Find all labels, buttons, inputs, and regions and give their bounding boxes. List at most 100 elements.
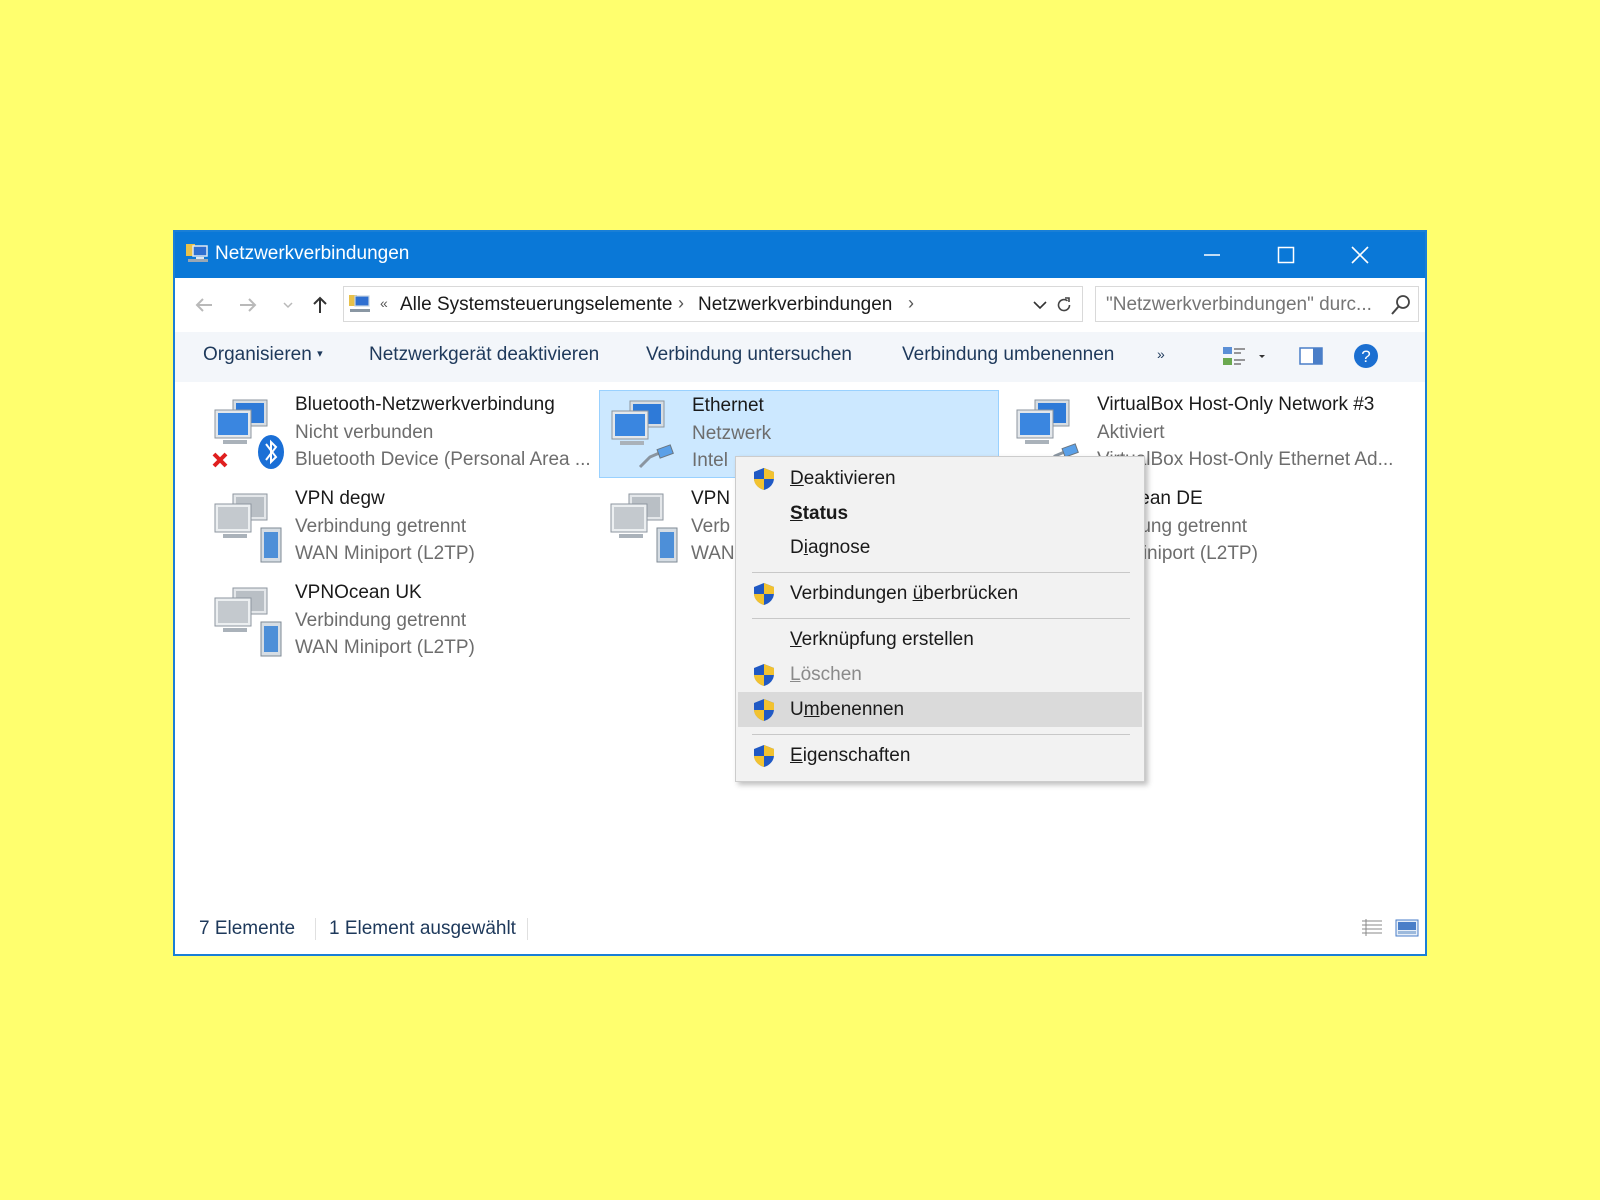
minimize-button[interactable] xyxy=(1175,232,1249,278)
control-panel-icon xyxy=(349,295,370,312)
menu-separator xyxy=(752,572,1130,573)
maximize-button[interactable] xyxy=(1249,232,1323,278)
connection-name: Bluetooth-Netzwerkverbindung xyxy=(295,394,555,415)
address-dropdown-icon[interactable] xyxy=(1032,298,1048,312)
uac-shield-icon xyxy=(754,468,774,490)
status-divider xyxy=(527,918,528,940)
menu-item-properties[interactable]: Eigenschaften xyxy=(738,738,1142,773)
chevron-down-icon xyxy=(283,302,293,309)
window-title: Netzwerkverbindungen xyxy=(215,243,410,264)
menu-item-create-shortcut[interactable]: Verknüpfung erstellen xyxy=(738,622,1142,657)
menu-item-status[interactable]: Status xyxy=(738,496,1142,531)
close-button[interactable] xyxy=(1323,232,1397,278)
breadcrumb-separator[interactable]: › xyxy=(678,293,684,314)
vpn-network-icon xyxy=(214,493,282,563)
refresh-icon xyxy=(1057,297,1071,312)
connection-device: WAN xyxy=(691,543,735,564)
change-view-button[interactable] xyxy=(1221,344,1271,370)
help-icon: ? xyxy=(1354,344,1378,368)
status-bar: 7 Elemente 1 Element ausgewählt xyxy=(175,904,1425,954)
arrow-up-icon xyxy=(313,296,327,313)
menu-item-label: Verknüpfung erstellen xyxy=(790,629,974,650)
menu-item-delete[interactable]: Löschen xyxy=(738,657,1142,692)
breadcrumb-overflow[interactable]: « xyxy=(380,295,388,311)
menu-item-label: Verbindungen überbrücken xyxy=(790,583,1019,604)
forward-button[interactable] xyxy=(235,292,261,318)
rename-connection-button[interactable]: Verbindung umbenennen xyxy=(902,344,1114,366)
refresh-button[interactable] xyxy=(1050,287,1078,323)
vpn-network-icon xyxy=(610,493,678,563)
connection-name: VPNOcean UK xyxy=(295,582,422,603)
minimize-icon xyxy=(1204,254,1220,256)
details-view-icon xyxy=(1362,919,1382,936)
search-icon xyxy=(1391,295,1410,315)
menu-item-label: Eigenschaften xyxy=(790,745,911,766)
ethernet-network-icon xyxy=(611,400,674,469)
connection-device: Intel xyxy=(692,450,728,471)
up-button[interactable] xyxy=(307,292,333,318)
arrow-right-icon xyxy=(240,298,257,312)
help-button[interactable]: ? xyxy=(1353,343,1379,369)
title-bar[interactable]: Netzwerkverbindungen xyxy=(175,232,1425,278)
menu-separator xyxy=(752,618,1130,619)
connection-name: VPN degw xyxy=(295,488,385,509)
menu-item-label: Löschen xyxy=(790,664,862,685)
recent-locations-button[interactable] xyxy=(275,292,301,318)
connection-status: Verbindung getrennt xyxy=(295,610,467,631)
connection-device: Bluetooth Device (Personal Area ... xyxy=(295,449,591,470)
menu-item-label: Status xyxy=(790,503,849,524)
back-button[interactable] xyxy=(191,292,217,318)
arrow-left-icon xyxy=(195,298,212,312)
dropdown-arrow-icon: ▾ xyxy=(317,348,323,360)
details-view-button[interactable] xyxy=(1361,918,1383,938)
context-menu: Deaktivieren Status Diagnose Verbindunge… xyxy=(735,456,1145,782)
menu-item-deactivate[interactable]: Deaktivieren xyxy=(738,461,1142,496)
preview-pane-button[interactable] xyxy=(1299,346,1323,366)
breadcrumb-network-connections[interactable]: Netzwerkverbindungen xyxy=(698,294,892,316)
connection-name: VPN xyxy=(691,488,731,509)
network-connections-app-icon xyxy=(186,244,208,262)
uac-shield-icon xyxy=(754,745,774,767)
uac-shield-icon xyxy=(754,699,774,721)
command-bar: Organisieren ▾ Netzwerkgerät deaktiviere… xyxy=(175,332,1425,382)
connection-item-bluetooth[interactable]: Bluetooth-Netzwerkverbindung Nicht verbu… xyxy=(203,390,599,476)
connection-status: Verb xyxy=(691,516,731,537)
more-commands-button[interactable]: » xyxy=(1157,346,1165,362)
search-box[interactable] xyxy=(1095,286,1419,322)
organize-button[interactable]: Organisieren ▾ xyxy=(203,344,323,366)
svg-text:?: ? xyxy=(1361,347,1370,366)
menu-item-diagnose[interactable]: Diagnose xyxy=(738,530,1142,565)
connection-item-vpnocean-uk[interactable]: VPNOcean UK Verbindung getrennt WAN Mini… xyxy=(203,578,599,664)
preview-pane-icon xyxy=(1299,347,1323,365)
address-row: « Alle Systemsteuerungselemente › Netzwe… xyxy=(175,278,1425,332)
connection-device: WAN Miniport (L2TP) xyxy=(295,637,475,658)
large-icons-view-icon xyxy=(1395,919,1419,937)
connection-status: Aktiviert xyxy=(1097,422,1165,443)
connection-status: Verbindung getrennt xyxy=(295,516,467,537)
menu-item-rename[interactable]: Umbenennen xyxy=(738,692,1142,727)
tiles-view-button[interactable] xyxy=(1395,918,1419,938)
connection-name: VirtualBox Host-Only Network #3 xyxy=(1097,394,1375,415)
search-input[interactable] xyxy=(1104,291,1378,319)
connection-item-vpn-degw[interactable]: VPN degw Verbindung getrennt WAN Minipor… xyxy=(203,484,599,570)
close-icon xyxy=(1351,246,1369,264)
connection-device: Miniport (L2TP) xyxy=(1127,543,1258,564)
diagnose-connection-button[interactable]: Verbindung untersuchen xyxy=(646,344,852,366)
breadcrumb-separator[interactable]: › xyxy=(908,293,914,314)
connection-device: WAN Miniport (L2TP) xyxy=(295,543,475,564)
vpn-network-icon xyxy=(214,587,282,657)
menu-separator xyxy=(752,734,1130,735)
status-divider xyxy=(315,918,316,940)
address-bar[interactable]: « Alle Systemsteuerungselemente › Netzwe… xyxy=(343,286,1083,322)
disable-device-button[interactable]: Netzwerkgerät deaktivieren xyxy=(369,344,599,366)
organize-label: Organisieren xyxy=(203,344,312,365)
menu-item-label: Deaktivieren xyxy=(790,468,896,489)
selection-count: 1 Element ausgewählt xyxy=(329,918,516,939)
bluetooth-network-icon xyxy=(212,399,284,469)
maximize-icon xyxy=(1277,246,1295,264)
connection-status: Nicht verbunden xyxy=(295,422,434,443)
uac-shield-icon xyxy=(754,583,774,605)
breadcrumb-control-panel[interactable]: Alle Systemsteuerungselemente xyxy=(400,294,672,316)
menu-item-bridge[interactable]: Verbindungen überbrücken xyxy=(738,576,1142,611)
item-count: 7 Elemente xyxy=(199,918,296,939)
